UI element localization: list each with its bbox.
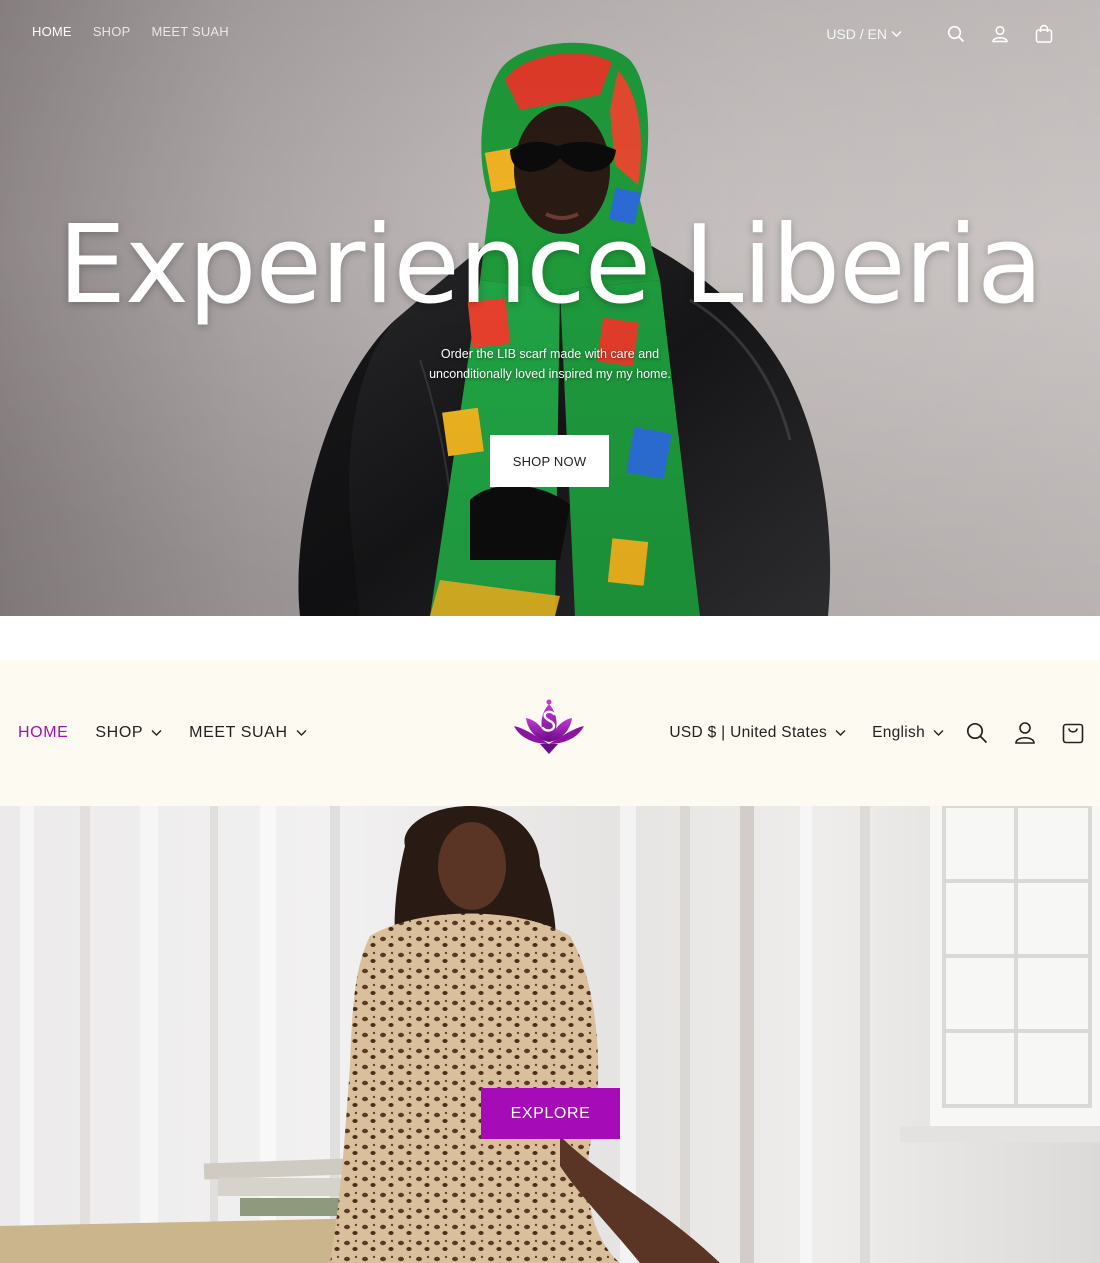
nav-item-meet-suah-label: MEET SUAH — [189, 724, 288, 741]
cart-icon[interactable] — [1032, 22, 1056, 46]
hero-top-nav: HOME SHOP MEET SUAH — [32, 24, 229, 39]
language-label: English — [872, 724, 925, 741]
nav-home-link[interactable]: HOME — [32, 24, 72, 39]
lotus-s-logo-icon[interactable] — [510, 696, 588, 758]
nav-item-shop-label: SHOP — [95, 724, 144, 741]
nav-item-home-label: HOME — [18, 724, 69, 741]
main-nav: HOME SHOP MEET SUAH — [18, 660, 307, 806]
search-icon[interactable] — [964, 720, 990, 746]
nav-item-meet-suah[interactable]: MEET SUAH — [189, 724, 307, 742]
site-header: HOME SHOP MEET SUAH USD $ | United State… — [0, 660, 1100, 806]
nav-shop-link[interactable]: SHOP — [93, 24, 131, 39]
chevron-down-icon — [891, 31, 902, 37]
hero-banner-liberia: HOME SHOP MEET SUAH USD / EN Experience … — [0, 0, 1100, 616]
hero-utility-bar: USD / EN — [826, 22, 1056, 46]
chevron-down-icon — [151, 730, 162, 736]
country-currency-selector[interactable]: USD $ | United States — [669, 724, 846, 742]
search-icon[interactable] — [944, 22, 968, 46]
hero-banner-explore: EXPLORE — [0, 806, 1100, 1263]
nav-meet-suah-link[interactable]: MEET SUAH — [151, 24, 228, 39]
hero-headline: Experience Liberia — [57, 203, 1043, 328]
hero-model-leopard-dress-image — [0, 806, 1100, 1263]
hero-subtext-line-2: unconditionally loved inspired my my hom… — [429, 367, 671, 381]
language-selector[interactable]: English — [872, 724, 944, 742]
nav-item-shop[interactable]: SHOP — [95, 724, 162, 742]
header-utility-bar: USD $ | United States English — [669, 660, 1086, 806]
hero-subtext: Order the LIB scarf made with care and u… — [400, 344, 700, 384]
chevron-down-icon — [835, 730, 846, 736]
chevron-down-icon — [296, 730, 307, 736]
hero-subtext-line-1: Order the LIB scarf made with care and — [440, 347, 660, 361]
country-currency-label: USD $ | United States — [669, 724, 828, 741]
cart-icon[interactable] — [1060, 720, 1086, 746]
currency-language-label: USD / EN — [826, 26, 887, 42]
shop-now-button[interactable]: SHOP NOW — [490, 435, 609, 487]
explore-button[interactable]: EXPLORE — [481, 1088, 620, 1139]
chevron-down-icon — [933, 730, 944, 736]
account-icon[interactable] — [988, 22, 1012, 46]
nav-item-home[interactable]: HOME — [18, 724, 68, 742]
currency-language-selector[interactable]: USD / EN — [826, 26, 902, 42]
account-icon[interactable] — [1012, 720, 1038, 746]
